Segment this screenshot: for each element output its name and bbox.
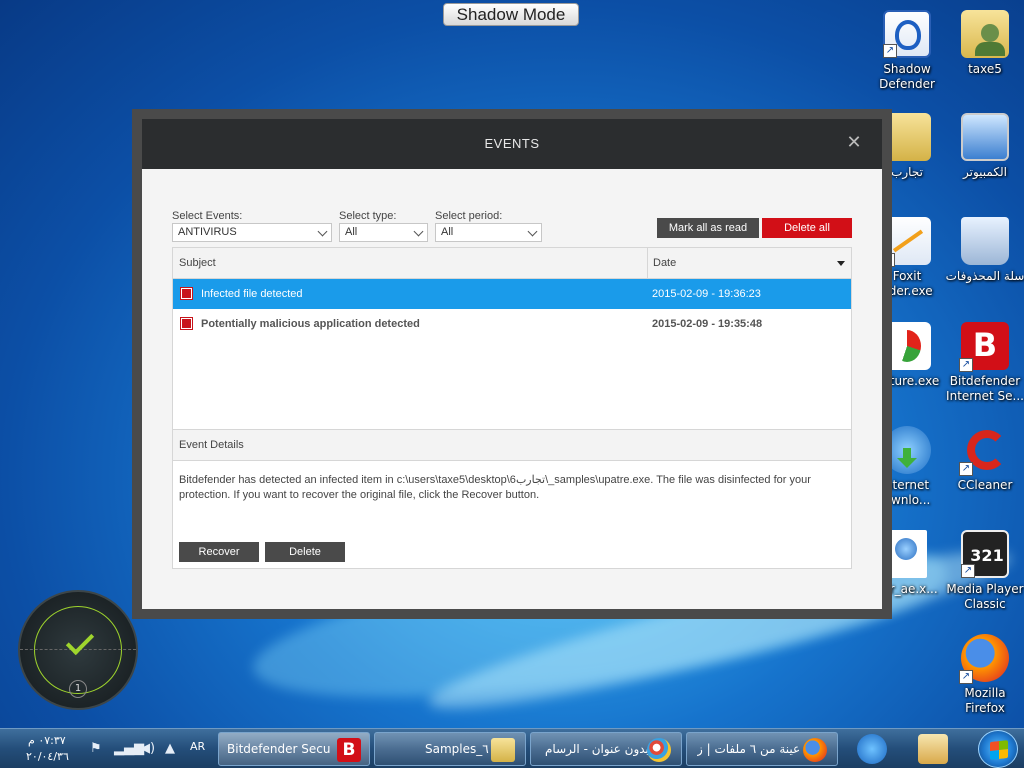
- select-period-dropdown[interactable]: All: [435, 223, 542, 242]
- shadow-mode-badge: Shadow Mode: [443, 3, 579, 26]
- sort-arrow-icon[interactable]: [837, 261, 845, 266]
- system-tray: ٠٧:٣٧ م ٢٠/٠٤/٣٦ ⚑ ▂▄▆ ◀) ▲ AR: [0, 729, 215, 768]
- desktop-icon-label: CCleaner: [957, 478, 1013, 492]
- select-type-value: All: [345, 226, 358, 238]
- clock-time[interactable]: ٠٧:٣٧ م: [28, 734, 66, 747]
- media-center-icon[interactable]: [918, 734, 948, 764]
- table-header: Subject Date: [173, 248, 851, 279]
- taskbar-item-label: Bitdefender Secu...: [227, 742, 331, 756]
- column-subject[interactable]: Subject: [179, 257, 216, 269]
- select-events-dropdown[interactable]: ANTIVIRUS: [172, 223, 332, 242]
- windows-logo-icon: [990, 740, 1008, 760]
- events-table: Subject Date Infected file detected 2015…: [172, 247, 852, 430]
- select-period-label: Select period:: [435, 210, 503, 222]
- desktop-icon-computer[interactable]: الكمبيوتر: [945, 113, 1024, 180]
- desktop-icon-bitdefender[interactable]: B ↗ Bitdefender Internet Se...: [945, 322, 1024, 404]
- taskbar-item-label: عينة من ٦ ملفات | ز...: [697, 742, 801, 756]
- desktop-icon-label: الكمبيوتر: [963, 165, 1007, 179]
- taskbar-item-samples-folder[interactable]: Samples_٦: [374, 732, 526, 766]
- table-row[interactable]: Potentially malicious application detect…: [173, 309, 851, 339]
- desktop-icon-media-player[interactable]: 321 ↗ Media Player Classic: [945, 530, 1024, 612]
- taskbar-item-label: بدون عنوان - الرسام: [545, 742, 649, 756]
- document-icon: [887, 530, 927, 578]
- row-date: 2015-02-09 - 19:35:48: [652, 318, 763, 330]
- shield-icon: ↗: [883, 10, 931, 58]
- desktop-icon-label: Media Player Classic: [946, 582, 1024, 611]
- gadget-count-badge: 1: [69, 680, 87, 698]
- volume-icon[interactable]: ◀): [140, 741, 155, 756]
- taskbar-item-label: Samples_٦: [425, 742, 489, 756]
- show-hidden-icons-icon[interactable]: ▲: [165, 741, 175, 756]
- event-details-title: Event Details: [173, 430, 851, 461]
- select-type-label: Select type:: [339, 210, 397, 222]
- action-center-flag-icon[interactable]: ⚑: [90, 741, 102, 756]
- bitdefender-icon: B ↗: [959, 322, 1009, 372]
- desktop-icon-label: taxe5: [968, 62, 1002, 76]
- desktop-icon-shadow-defender[interactable]: ↗ Shadow Defender: [867, 10, 947, 92]
- user-folder-icon: [961, 10, 1009, 58]
- event-details-panel: Event Details Bitdefender has detected a…: [172, 430, 852, 569]
- ccleaner-icon: ↗: [959, 426, 1009, 476]
- desktop-icon-taxe5[interactable]: taxe5: [945, 10, 1024, 77]
- taskbar-item-bitdefender[interactable]: Bitdefender Secu... B: [218, 732, 370, 766]
- firefox-icon: ↗: [959, 634, 1009, 684]
- row-subject: Infected file detected: [201, 288, 303, 300]
- chevron-down-icon: [317, 226, 328, 237]
- internet-explorer-icon[interactable]: [857, 734, 887, 764]
- column-date[interactable]: Date: [653, 257, 676, 269]
- table-row[interactable]: Infected file detected 2015-02-09 - 19:3…: [173, 279, 851, 309]
- computer-icon: [961, 113, 1009, 161]
- chevron-down-icon: [413, 226, 424, 237]
- desktop-icon-label: Bitdefender Internet Se...: [946, 374, 1024, 403]
- bitdefender-gadget[interactable]: 1: [18, 590, 138, 710]
- select-events-label: Select Events:: [172, 210, 243, 222]
- recover-button[interactable]: Recover: [179, 542, 259, 562]
- threat-flag-icon: [180, 317, 193, 330]
- delete-all-button[interactable]: Delete all: [762, 218, 852, 238]
- clock-date[interactable]: ٢٠/٠٤/٣٦: [26, 750, 69, 763]
- desktop-icon-recycle-bin[interactable]: سلة المحذوفات: [945, 217, 1024, 284]
- delete-button[interactable]: Delete: [265, 542, 345, 562]
- mark-all-read-button[interactable]: Mark all as read: [657, 218, 759, 238]
- desktop-icon-label: Mozilla Firefox: [964, 686, 1006, 715]
- taskbar-item-firefox[interactable]: عينة من ٦ ملفات | ز...: [686, 732, 838, 766]
- taskbar: ٠٧:٣٧ م ٢٠/٠٤/٣٦ ⚑ ▂▄▆ ◀) ▲ AR Bitdefend…: [0, 728, 1024, 768]
- recycle-bin-icon: [961, 217, 1009, 265]
- desktop-icon-label: Shadow Defender: [879, 62, 935, 91]
- media-player-icon: 321 ↗: [961, 530, 1009, 578]
- language-indicator[interactable]: AR: [190, 740, 205, 753]
- select-events-value: ANTIVIRUS: [178, 226, 237, 238]
- event-details-text: Bitdefender has detected an infected ite…: [179, 474, 811, 501]
- start-button[interactable]: [978, 730, 1018, 768]
- events-dialog: EVENTS ✕ Select Events: ANTIVIRUS Select…: [142, 119, 882, 609]
- desktop-icon-label: سلة المحذوفات: [945, 269, 1024, 283]
- firefox-icon: [803, 738, 827, 762]
- row-date: 2015-02-09 - 19:36:23: [652, 288, 761, 300]
- chevron-down-icon: [527, 226, 538, 237]
- select-type-dropdown[interactable]: All: [339, 223, 428, 242]
- close-icon[interactable]: ✕: [844, 133, 864, 153]
- row-subject: Potentially malicious application detect…: [201, 318, 420, 330]
- taskbar-item-paint[interactable]: بدون عنوان - الرسام: [530, 732, 682, 766]
- paint-icon: [647, 738, 671, 762]
- folder-icon: [491, 738, 515, 762]
- bitdefender-icon: B: [337, 738, 361, 762]
- threat-flag-icon: [180, 287, 193, 300]
- select-period-value: All: [441, 226, 454, 238]
- desktop-icon-firefox[interactable]: ↗ Mozilla Firefox: [945, 634, 1024, 716]
- desktop-icon-ccleaner[interactable]: ↗ CCleaner: [945, 426, 1024, 493]
- dialog-title: EVENTS: [142, 119, 882, 169]
